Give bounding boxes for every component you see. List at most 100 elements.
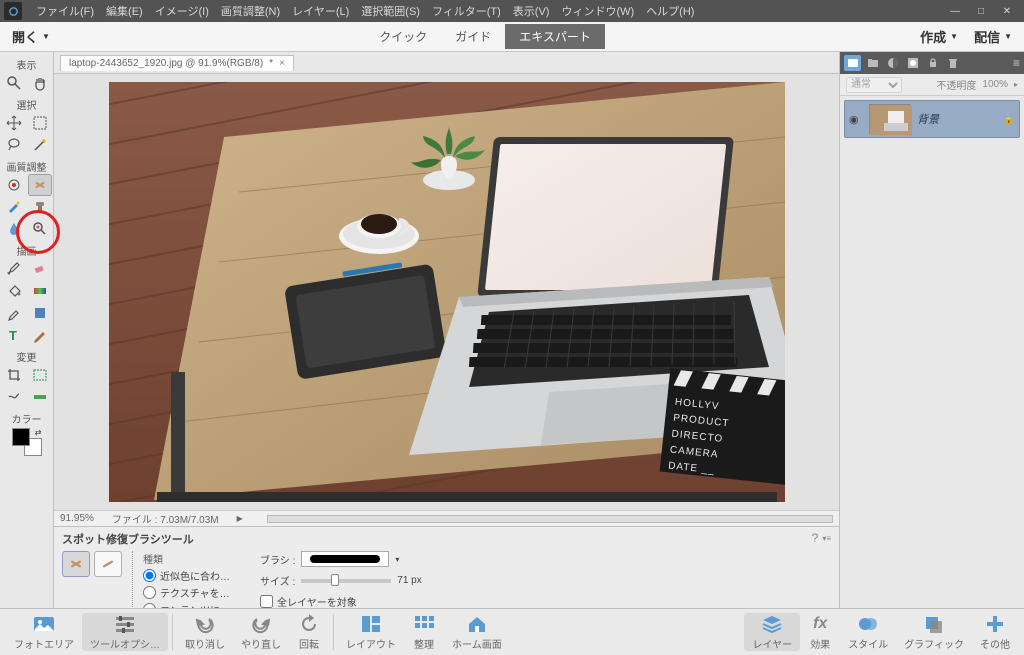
home-button[interactable]: ホーム画面 xyxy=(444,613,510,651)
paint-bucket-tool[interactable] xyxy=(2,280,26,302)
menu-edit[interactable]: 編集(E) xyxy=(100,3,149,19)
adjustment-layer-icon[interactable] xyxy=(884,55,901,71)
crop-tool[interactable] xyxy=(2,364,26,386)
visibility-icon[interactable]: ◉ xyxy=(849,113,863,126)
mode-guided[interactable]: ガイド xyxy=(441,24,505,49)
styles-tab-button[interactable]: スタイル xyxy=(840,613,896,651)
redeye-tool[interactable] xyxy=(2,174,26,196)
rotate-button[interactable]: 回転 xyxy=(289,613,329,651)
chevron-down-icon[interactable]: ▾ xyxy=(395,555,399,564)
organizer-button[interactable]: 整理 xyxy=(404,613,444,651)
blend-mode-select[interactable]: 通常 xyxy=(846,77,902,93)
create-menu[interactable]: 作成▼ xyxy=(920,27,958,46)
undo-button[interactable]: 取り消し xyxy=(177,613,233,651)
clone-stamp-tool[interactable] xyxy=(28,196,52,218)
tool-options-help: ? ▾≡ xyxy=(812,531,831,545)
graphics-tab-button[interactable]: グラフィック xyxy=(896,613,972,651)
smart-brush-tool[interactable] xyxy=(2,196,26,218)
window-minimize[interactable]: — xyxy=(942,2,968,20)
brush-label: ブラシ : xyxy=(260,552,295,567)
tool-options-button[interactable]: ツールオプシ… xyxy=(82,613,168,651)
zoom-tool[interactable] xyxy=(2,72,26,94)
spot-healing-variant[interactable] xyxy=(62,551,90,577)
content-aware-move-tool[interactable] xyxy=(2,386,26,408)
chevron-down-icon: ▼ xyxy=(42,32,50,41)
straighten-tool[interactable] xyxy=(28,386,52,408)
new-layer-icon[interactable] xyxy=(844,55,861,71)
layers-blend-row: 通常 不透明度 100% ▸ xyxy=(840,74,1024,96)
move-tool[interactable] xyxy=(2,112,26,134)
layers-tab-button[interactable]: レイヤー xyxy=(744,613,800,651)
menu-filter[interactable]: フィルター(T) xyxy=(426,3,507,19)
menu-view[interactable]: 表示(V) xyxy=(507,3,556,19)
chevron-down-icon[interactable]: ▸ xyxy=(1014,80,1018,89)
panel-menu-icon[interactable]: ≡ xyxy=(1013,56,1020,70)
document-canvas[interactable]: HOLLYV PRODUCT DIRECTO CAMERA DATE __ xyxy=(109,82,785,502)
document-tab[interactable]: laptop-2443652_1920.jpg @ 91.9%(RGB/8) *… xyxy=(60,55,294,71)
hand-tool[interactable] xyxy=(28,72,52,94)
sponge-tool[interactable] xyxy=(28,218,52,240)
type-tool[interactable]: T xyxy=(2,324,26,346)
brush-preview[interactable] xyxy=(301,551,389,567)
shape-tool[interactable] xyxy=(28,302,52,324)
menu-enhance[interactable]: 画質調整(N) xyxy=(215,3,286,19)
menu-select[interactable]: 選択範囲(S) xyxy=(355,3,426,19)
mode-bar: 開く ▼ クイック ガイド エキスパート 作成▼ 配信▼ xyxy=(0,22,1024,52)
photo-bin-button[interactable]: フォトエリア xyxy=(6,613,82,651)
window-maximize[interactable]: □ xyxy=(968,2,994,20)
layers-panel-toolbar: ≡ xyxy=(840,52,1024,74)
foreground-color[interactable] xyxy=(12,428,30,446)
menu-window[interactable]: ウィンドウ(W) xyxy=(555,3,640,19)
gradient-tool[interactable] xyxy=(28,280,52,302)
lock-icon[interactable] xyxy=(924,55,941,71)
canvas-holder: HOLLYV PRODUCT DIRECTO CAMERA DATE __ xyxy=(54,74,839,510)
radio-proximity[interactable]: 近似色に合わ… xyxy=(143,568,230,583)
new-group-icon[interactable] xyxy=(864,55,881,71)
delete-layer-icon[interactable] xyxy=(944,55,961,71)
lasso-tool[interactable] xyxy=(2,134,26,156)
marquee-tool[interactable] xyxy=(28,112,52,134)
opacity-value: 100% xyxy=(982,79,1008,90)
mode-expert[interactable]: エキスパート xyxy=(505,24,605,49)
mode-quick[interactable]: クイック xyxy=(365,24,441,49)
panel-menu-icon[interactable]: ▾≡ xyxy=(822,534,831,543)
pencil-tool[interactable] xyxy=(28,324,52,346)
layers-panel: ≡ 通常 不透明度 100% ▸ ◉ 背景 🔒 xyxy=(839,52,1024,608)
menu-help[interactable]: ヘルプ(H) xyxy=(640,3,700,19)
menu-layer[interactable]: レイヤー(L) xyxy=(286,3,355,19)
size-slider[interactable] xyxy=(301,579,391,583)
swap-colors-icon[interactable]: ⇄ xyxy=(35,428,42,437)
mask-icon[interactable] xyxy=(904,55,921,71)
healing-brush-variant[interactable] xyxy=(94,551,122,577)
horizontal-scrollbar[interactable] xyxy=(267,515,833,523)
effects-tab-button[interactable]: fx効果 xyxy=(800,613,840,651)
layer-thumbnail[interactable] xyxy=(869,104,911,134)
open-menu[interactable]: 開く ▼ xyxy=(12,27,50,46)
color-swatch[interactable]: ⇄ xyxy=(12,428,42,456)
window-close[interactable]: ✕ xyxy=(994,2,1020,20)
help-icon[interactable]: ? xyxy=(812,531,819,545)
status-zoom: 91.95% xyxy=(60,513,94,524)
spot-healing-brush-tool[interactable] xyxy=(28,174,52,196)
more-tab-button[interactable]: その他 xyxy=(972,613,1018,651)
magic-wand-tool[interactable] xyxy=(28,134,52,156)
recompose-tool[interactable] xyxy=(28,364,52,386)
brush-tool[interactable] xyxy=(2,258,26,280)
tool-options-panel: ? ▾≡ スポット修復ブラシツール 種類 近似色に合わ… テクスチャを… コンテ… xyxy=(54,526,839,608)
bottom-bar: フォトエリア ツールオプシ… 取り消し やり直し 回転 レイアウト 整理 ホーム… xyxy=(0,608,1024,655)
layer-row[interactable]: ◉ 背景 🔒 xyxy=(844,100,1020,138)
redo-button[interactable]: やり直し xyxy=(233,613,289,651)
blur-tool[interactable] xyxy=(2,218,26,240)
document-tab-dirty: * xyxy=(269,58,273,69)
close-tab-icon[interactable]: × xyxy=(279,58,285,69)
eraser-tool[interactable] xyxy=(28,258,52,280)
all-layers-checkbox[interactable]: 全レイヤーを対象 xyxy=(260,594,422,609)
layout-button[interactable]: レイアウト xyxy=(338,613,404,651)
create-label: 作成 xyxy=(920,27,946,46)
chevron-right-icon[interactable]: ▶ xyxy=(237,514,243,523)
share-menu[interactable]: 配信▼ xyxy=(974,27,1012,46)
menu-image[interactable]: イメージ(I) xyxy=(149,3,215,19)
eyedropper-tool[interactable] xyxy=(2,302,26,324)
menu-file[interactable]: ファイル(F) xyxy=(30,3,100,19)
radio-texture[interactable]: テクスチャを… xyxy=(143,585,230,600)
